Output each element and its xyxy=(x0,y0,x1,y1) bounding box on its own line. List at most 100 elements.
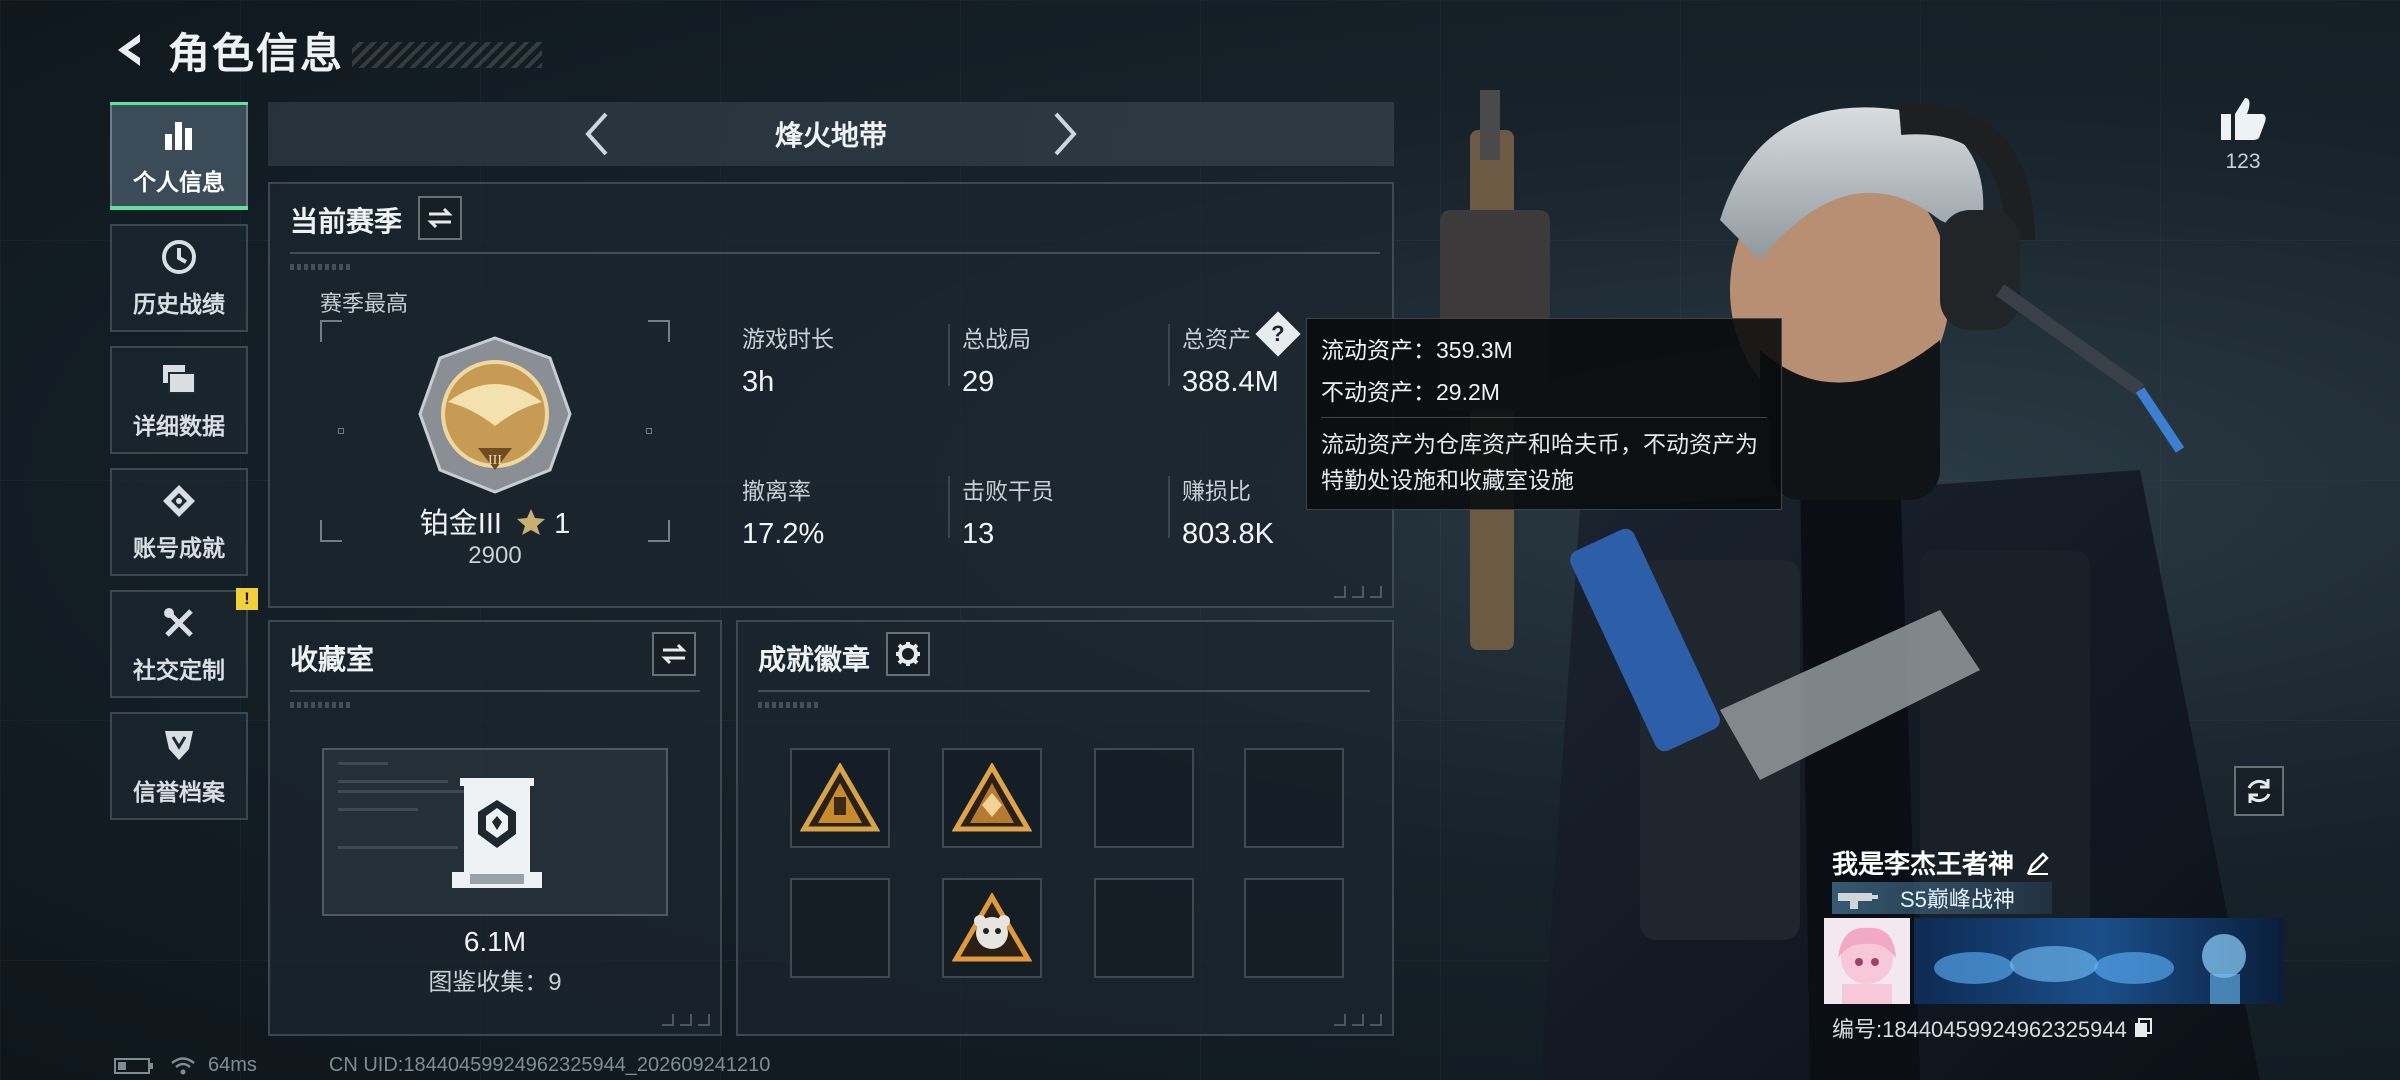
stat-divider xyxy=(948,476,950,538)
profile-banner xyxy=(1914,918,2284,1004)
edit-name-button[interactable] xyxy=(2026,851,2050,875)
next-mode-button[interactable] xyxy=(1037,106,1093,162)
swap-icon xyxy=(661,643,687,665)
player-title: S5巅峰战神 xyxy=(1900,887,2015,912)
copy-icon xyxy=(2134,1018,2152,1037)
page-title: 角色信息 xyxy=(168,29,345,77)
rank-name-text: 铂金III xyxy=(419,508,502,540)
wifi-icon xyxy=(171,1056,195,1074)
credit-shield-icon xyxy=(159,725,199,765)
nav-label: 信誉档案 xyxy=(133,779,225,805)
back-button[interactable] xyxy=(110,28,154,72)
nav-item-achievements[interactable]: 账号成就 xyxy=(110,468,248,576)
stat-label: 赚损比 xyxy=(1182,478,1251,504)
badge-slot-2[interactable] xyxy=(942,748,1042,848)
player-id: 编号:18440459924962325944 xyxy=(1832,1012,2153,1044)
stat-value: 803.8K xyxy=(1182,518,1274,550)
stat-play-time: 游戏时长 3h xyxy=(742,320,834,399)
player-name: 我是李杰王者神 xyxy=(1832,844,2050,881)
stat-total-matches: 总战局 29 xyxy=(962,320,1031,399)
svg-text:III: III xyxy=(488,453,502,468)
star-icon xyxy=(517,509,546,535)
chevron-right-icon xyxy=(1054,112,1077,156)
rank-score: 2900 xyxy=(468,542,522,569)
nav-item-detailed-data[interactable]: 详细数据 xyxy=(110,346,248,454)
collection-display[interactable] xyxy=(322,748,668,916)
nav-label: 详细数据 xyxy=(133,413,225,439)
stat-value: 17.2% xyxy=(742,518,825,550)
badge-slot-4[interactable] xyxy=(1244,748,1344,848)
tooltip-liquid-assets: 流动资产：359.3M xyxy=(1321,337,1513,363)
prev-mode-button[interactable] xyxy=(569,106,625,162)
rank-name: 铂金III 1 xyxy=(400,500,590,542)
ping-text: 64ms xyxy=(208,1054,257,1076)
thumbs-up-icon xyxy=(2221,98,2266,140)
like-button[interactable]: 123 xyxy=(2214,96,2272,174)
section-divider xyxy=(290,690,700,692)
stat-label: 撤离率 xyxy=(742,478,811,504)
stat-divider xyxy=(1168,476,1170,538)
switch-season-button[interactable] xyxy=(418,196,462,240)
tooltip-fixed-assets: 不动资产：29.2M xyxy=(1321,379,1500,405)
stat-kills: 击败干员 13 xyxy=(962,472,1054,551)
copy-id-button[interactable] xyxy=(2133,1017,2153,1039)
mode-selector: 烽火地带 xyxy=(268,102,1394,166)
page-header: 角色信息 xyxy=(110,22,543,78)
gun-icon xyxy=(1832,882,1884,914)
uid-text: CN UID:18440459924962325944_202609241210 xyxy=(328,1054,771,1076)
badge-slot-7[interactable] xyxy=(1094,878,1194,978)
collection-value: 6.1M xyxy=(463,926,527,957)
clock-icon xyxy=(159,237,199,277)
badge-slot-1[interactable] xyxy=(790,748,890,848)
refresh-button[interactable] xyxy=(2234,766,2284,816)
badge-slot-8[interactable] xyxy=(1244,878,1344,978)
chevron-left-icon xyxy=(585,112,608,156)
nav-item-history[interactable]: 历史战绩 xyxy=(110,224,248,332)
gear-icon xyxy=(896,642,920,666)
nav-label: 个人信息 xyxy=(133,169,225,195)
vault-display-icon xyxy=(452,778,542,888)
bar-chart-icon xyxy=(159,115,199,155)
avatar[interactable] xyxy=(1824,918,1910,1004)
assets-tooltip: 流动资产：359.3M 不动资产：29.2M 流动资产为仓库资产和哈夫币，不动资… xyxy=(1306,318,1782,510)
refresh-icon xyxy=(2247,779,2271,803)
stat-label: 击败干员 xyxy=(962,478,1054,504)
season-best-label: 赛季最高 xyxy=(320,291,409,316)
nav-label: 社交定制 xyxy=(133,657,225,683)
stat-divider xyxy=(948,324,950,386)
battery-icon xyxy=(114,1057,153,1074)
swap-icon xyxy=(427,207,453,229)
stat-value: 388.4M xyxy=(1182,366,1279,398)
tools-icon xyxy=(159,603,199,643)
status-bar: 64ms CN UID:18440459924962325944_2026092… xyxy=(114,1054,770,1077)
achievement-icon xyxy=(159,481,199,521)
nav-label: 历史战绩 xyxy=(133,291,225,317)
corner-decoration xyxy=(662,1014,710,1026)
pencil-icon xyxy=(2026,851,2049,875)
orange-triangle-badge-icon xyxy=(952,763,1032,832)
badge-slot-3[interactable] xyxy=(1094,748,1194,848)
badge-slot-6[interactable] xyxy=(942,878,1042,978)
nav-label: 账号成就 xyxy=(133,535,225,561)
corner-decoration xyxy=(1334,586,1382,598)
stat-label: 游戏时长 xyxy=(742,326,834,352)
collection-count: 图鉴收集：9 xyxy=(428,969,562,996)
dots-decoration xyxy=(290,264,350,270)
nav-item-personal-info[interactable]: 个人信息 xyxy=(110,102,248,210)
badge-slot-5[interactable] xyxy=(790,878,890,978)
badge-settings-button[interactable] xyxy=(886,632,930,676)
like-count: 123 xyxy=(2225,150,2261,173)
switch-collection-button[interactable] xyxy=(652,632,696,676)
section-divider xyxy=(290,252,1380,254)
collection-title: 收藏室 xyxy=(290,644,375,675)
player-name-text: 我是李杰王者神 xyxy=(1832,849,2015,879)
badges-title: 成就徽章 xyxy=(758,644,871,675)
nav-item-credit-record[interactable]: 信誉档案 xyxy=(110,712,248,820)
side-nav: 个人信息 历史战绩 详细数据 账号成就 社交定制 ! 信誉档案 xyxy=(110,102,258,834)
stat-value: 3h xyxy=(742,366,775,398)
platinum-rank-emblem-icon: III xyxy=(418,336,572,494)
player-title-bar: S5巅峰战神 xyxy=(1832,882,2052,914)
nav-item-social-custom[interactable]: 社交定制 ! xyxy=(110,588,258,698)
corner-decoration xyxy=(1334,1014,1382,1026)
stat-value: 13 xyxy=(962,518,995,550)
